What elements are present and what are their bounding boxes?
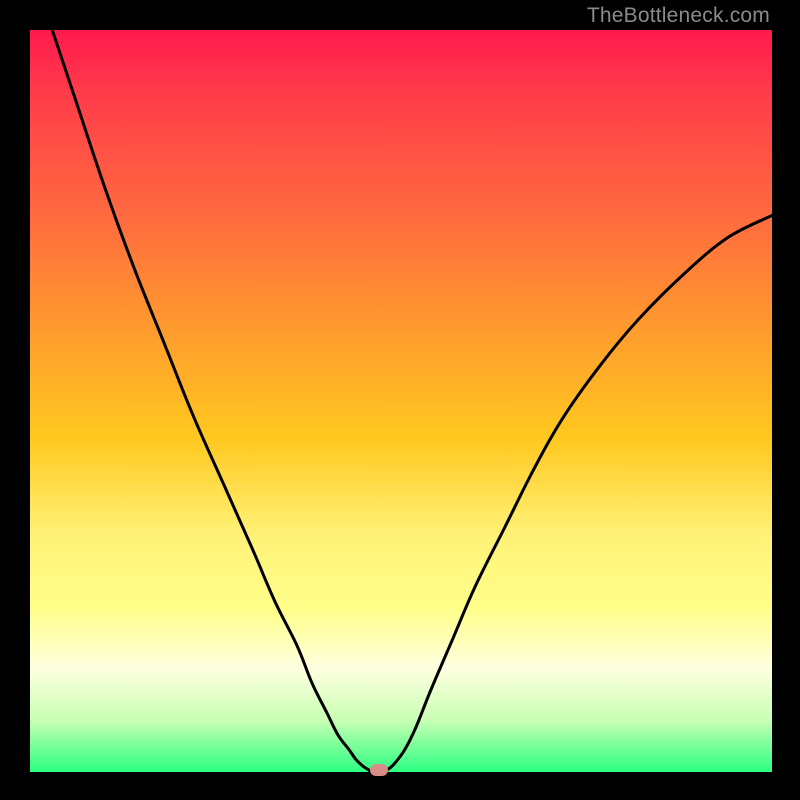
plot-area [30, 30, 772, 772]
chart-frame: TheBottleneck.com [0, 0, 800, 800]
curve-right-branch [386, 216, 772, 771]
minimum-marker [370, 764, 388, 776]
curve-left-branch [52, 30, 370, 771]
watermark-text: TheBottleneck.com [587, 4, 770, 28]
curve-layer [30, 30, 772, 772]
